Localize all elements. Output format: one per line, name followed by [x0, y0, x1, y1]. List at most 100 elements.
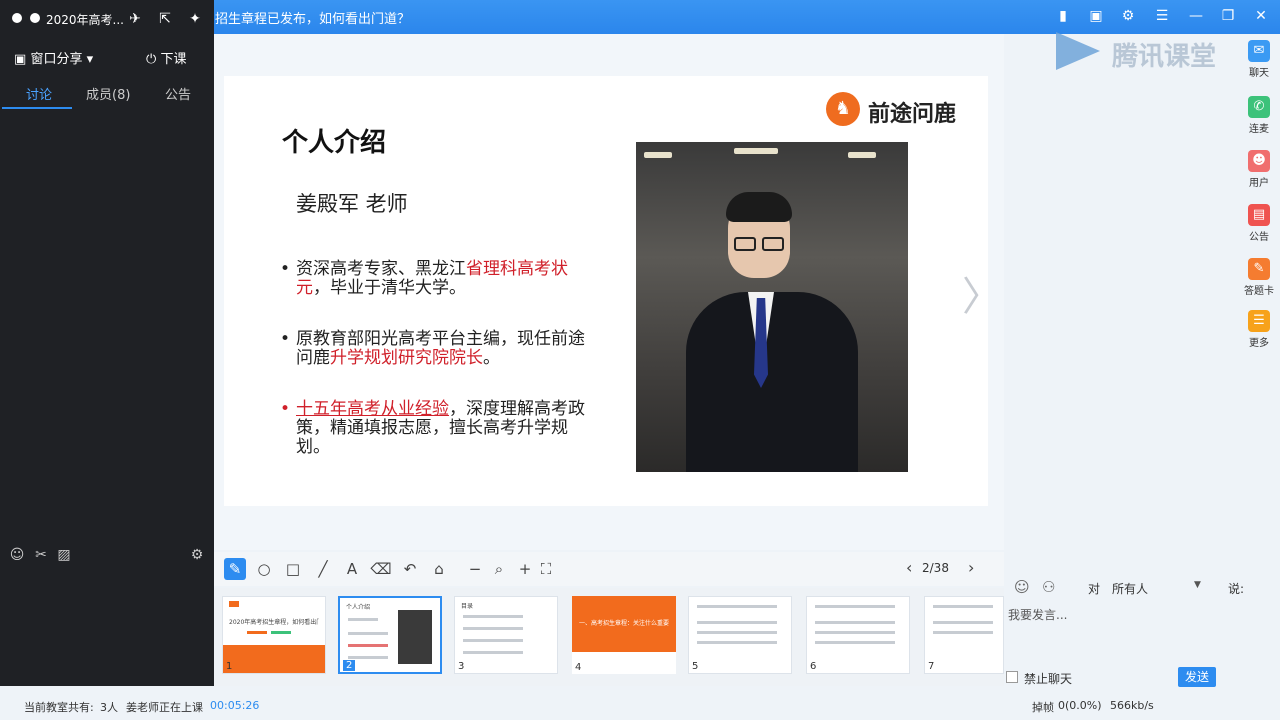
window-title: 招生章程已发布，如何看出门道？: [215, 12, 411, 27]
slide-thumbnail[interactable]: 6: [806, 596, 910, 674]
to-label: 对: [1088, 582, 1101, 596]
rectangle-icon[interactable]: □: [282, 558, 304, 580]
slide-thumbnail[interactable]: 目录 3: [454, 596, 558, 674]
slide-heading: 个人介绍: [282, 128, 387, 158]
power-icon: ⏻: [146, 52, 157, 67]
tab-discussion[interactable]: 讨论: [26, 84, 52, 103]
teacher-status: 姜老师正在上课: [126, 701, 203, 714]
answer-card-icon: ✎: [1248, 258, 1270, 280]
deer-logo-icon: ♞: [826, 92, 860, 126]
slide-brand: 前途问鹿: [868, 102, 957, 127]
zoom-in-icon[interactable]: +: [514, 558, 536, 580]
image-icon[interactable]: ▨: [55, 546, 73, 564]
more-icon: ☰: [1248, 310, 1270, 332]
phone-icon: ✆: [1248, 96, 1270, 118]
slide-thumbnail-selected[interactable]: 个人介绍 2: [338, 596, 442, 674]
sidebar-item-notice[interactable]: ▤ 公告: [1238, 204, 1280, 243]
prev-page-button[interactable]: ‹: [906, 558, 912, 577]
undo-icon[interactable]: ↶: [399, 558, 421, 580]
tab-members[interactable]: 成员(8): [86, 84, 130, 103]
settings-icon[interactable]: ⚙: [1119, 7, 1137, 25]
pen-icon[interactable]: ✎: [224, 558, 246, 580]
slide-thumbnail[interactable]: 7: [924, 596, 1004, 674]
text-icon[interactable]: A: [341, 558, 363, 580]
bullet-dot: •: [280, 329, 291, 349]
share-out-icon[interactable]: ⇱: [156, 10, 174, 28]
room-count-label: 当前教室共有:: [24, 701, 94, 714]
close-dot[interactable]: [12, 13, 22, 23]
minimize-dot[interactable]: [30, 13, 40, 23]
send-button[interactable]: 发送: [1178, 667, 1216, 687]
sidebar-item-more[interactable]: ☰ 更多: [1238, 310, 1280, 349]
chat-icon: ✉: [1248, 40, 1270, 62]
elapsed-time: 00:05:26: [210, 699, 260, 712]
end-class-button[interactable]: ⏻ 下课: [146, 48, 186, 67]
annotation-toolbar: ✎ ○ □ ╱ A ⌫ ↶ ⌂ − ⌕ + ⛶ ‹ 2/38 ›: [214, 552, 1004, 586]
slide: ♞ 前途问鹿 个人介绍 姜殿军 老师 • 资深高考专家、黑龙江省理科高考状元，毕…: [224, 76, 988, 506]
eraser-icon[interactable]: ⌫: [370, 558, 392, 580]
room-count: 3人: [100, 701, 118, 714]
drop-frames: 0(0.0%): [1058, 699, 1102, 712]
sidebar-item-chat[interactable]: ✉ 聊天: [1238, 40, 1280, 79]
teacher-name: 姜殿军 老师: [296, 192, 408, 216]
menu-icon[interactable]: ☰: [1153, 7, 1171, 25]
search-icon[interactable]: ⌕: [488, 558, 510, 580]
gear-icon[interactable]: ⚙: [188, 546, 206, 564]
active-tab-indicator: [2, 107, 72, 109]
circle-icon[interactable]: ○: [253, 558, 275, 580]
users-icon[interactable]: ⚇: [1042, 578, 1055, 596]
bullet-item: • 十五年高考从业经验，深度理解高考政策，精通填报志愿，擅长高考升学规划。: [280, 399, 585, 457]
clear-icon[interactable]: ⌂: [428, 558, 450, 580]
play-logo-icon: [1056, 32, 1100, 70]
emoji-icon[interactable]: ☺: [8, 546, 26, 564]
emoji-icon[interactable]: ☺: [1014, 578, 1030, 596]
slide-thumbnails: 2020年高考招生章程，如何看出门道 1 个人介绍 2 目录 3 一、高考招生章…: [214, 588, 1004, 686]
teacher-photo: [636, 142, 908, 472]
fullscreen-icon[interactable]: ⛶: [535, 558, 557, 580]
bullet-dot: •: [280, 259, 291, 279]
chat-tools: ☺ ✂ ▨ ⚙: [0, 546, 214, 566]
slide-thumbnail[interactable]: 2020年高考招生章程，如何看出门道 1: [222, 596, 326, 674]
restore-icon[interactable]: ❐: [1219, 7, 1237, 25]
recipient-select[interactable]: 所有人: [1112, 580, 1148, 597]
share-row: ▣ 窗口分享 ▾ ⏻ 下课: [0, 42, 214, 72]
sidebar-item-answer-card[interactable]: ✎ 答题卡: [1238, 258, 1280, 297]
class-title: 2020年高考...: [46, 13, 124, 27]
window-share-button[interactable]: ▣ 窗口分享 ▾: [14, 48, 93, 67]
chevron-down-icon[interactable]: ▼: [1194, 580, 1201, 590]
screen-icon: ▣: [14, 52, 27, 67]
status-bar: 当前教室共有: 3人 姜老师正在上课 00:05:26 掉帧 0(0.0%) 5…: [0, 694, 1280, 720]
pip-icon[interactable]: ▣: [1087, 7, 1105, 25]
sidebar-item-users[interactable]: ☻ 用户: [1238, 150, 1280, 189]
ban-chat-checkbox[interactable]: [1006, 671, 1018, 683]
line-icon[interactable]: ╱: [312, 558, 334, 580]
next-slide-arrow[interactable]: 〉: [962, 264, 1002, 322]
tab-announcement[interactable]: 公告: [165, 84, 191, 103]
left-panel-header: 2020年高考... ✈ ⇱ ✦: [0, 0, 214, 38]
page-indicator: 2/38: [922, 561, 949, 575]
slide-thumbnail[interactable]: 5: [688, 596, 792, 674]
chat-panel: ☺ ⚇ 对 所有人 ▼ 说: 我要发言... 禁止聊天 发送: [1004, 570, 1280, 687]
bullet-dot: •: [280, 399, 291, 419]
slide-area: 〈 ♞ 前途问鹿 个人介绍 姜殿军 老师 • 资深高考专家、黑龙江省理科高考状元…: [214, 34, 1004, 550]
sidebar-item-mic[interactable]: ✆ 连麦: [1238, 96, 1280, 135]
minimize-icon[interactable]: —: [1187, 7, 1205, 25]
ban-chat-label: 禁止聊天: [1024, 672, 1073, 686]
left-panel: 2020年高考... ✈ ⇱ ✦ ▣ 窗口分享 ▾ ⏻ 下课 讨论 成员(8) …: [0, 0, 214, 686]
right-sidebar: ✉ 聊天 ✆ 连麦 ☻ 用户 ▤ 公告 ✎ 答题卡 ☰ 更多: [1238, 34, 1280, 364]
notice-icon: ▤: [1248, 204, 1270, 226]
bullet-item: • 资深高考专家、黑龙江省理科高考状元，毕业于清华大学。: [280, 259, 568, 298]
user-icon: ☻: [1248, 150, 1270, 172]
close-icon[interactable]: ✕: [1252, 7, 1270, 25]
chat-input[interactable]: 我要发言...: [1008, 606, 1067, 623]
scissors-icon[interactable]: ✂: [32, 546, 50, 564]
next-page-button[interactable]: ›: [968, 558, 974, 577]
slide-thumbnail[interactable]: 一、高考招生章程：关注什么重要 4: [572, 596, 676, 674]
airplane-icon[interactable]: ✈: [126, 10, 144, 28]
panel-tabs: 讨论 成员(8) 公告: [0, 78, 214, 109]
brand-text: 腾讯课堂: [1112, 42, 1217, 72]
drop-frames-label: 掉帧: [1032, 701, 1054, 714]
zoom-out-icon[interactable]: −: [464, 558, 486, 580]
pin-icon[interactable]: ✦: [186, 10, 204, 28]
say-label: 说:: [1228, 582, 1245, 596]
